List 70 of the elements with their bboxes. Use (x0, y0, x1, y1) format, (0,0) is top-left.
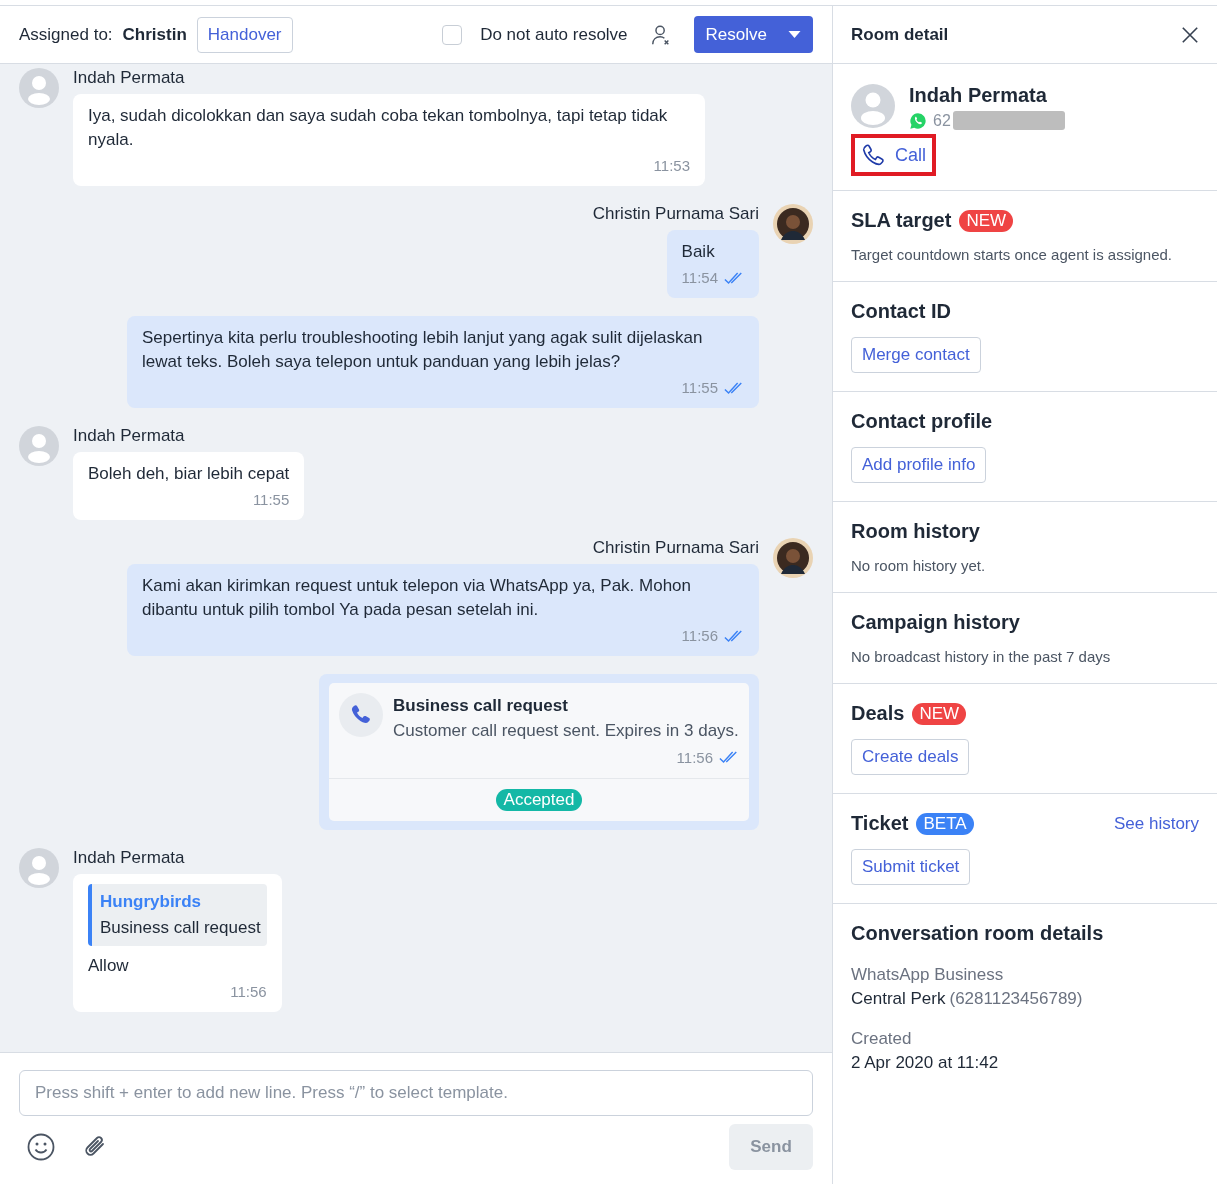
call-request-title: Business call request (393, 695, 569, 717)
message-text: Baik (681, 241, 716, 263)
whatsapp-icon (909, 111, 927, 130)
close-icon[interactable] (1181, 25, 1199, 44)
see-history-link[interactable]: See history (1113, 813, 1199, 834)
message-time: 11:54 (681, 268, 718, 288)
detail-label: Created (851, 1029, 913, 1049)
section-badge: NEW (912, 702, 967, 725)
phone-number: 62 (933, 111, 951, 130)
section-title: Contact profile (851, 410, 993, 433)
section-note: No broadcast history in the past 7 days (851, 648, 1111, 665)
section-title: Campaign history (851, 611, 1020, 634)
sender-name: Indah Permata (73, 426, 185, 446)
message-time: 11:56 (230, 982, 267, 1002)
section-title: Room history (851, 520, 980, 543)
message-time: 11:55 (681, 378, 718, 398)
caret-icon (788, 30, 801, 39)
detail-label: WhatsApp Business (851, 965, 1005, 985)
call-button[interactable]: Call (851, 134, 936, 176)
detail-number: (6281123456789) (949, 989, 1083, 1008)
avatar-icon (773, 538, 813, 578)
section-title: SLA target (851, 209, 952, 232)
message-text: Allow (88, 955, 130, 977)
resolve-button[interactable]: Resolve (693, 16, 813, 53)
quote-author: Hungrybirds (100, 891, 203, 913)
avatar-icon (773, 204, 813, 244)
section-badge: NEW (959, 209, 1014, 232)
message-text: Kami akan kirimkan request untuk telepon via WhatsApp ya, Pak. Mohon dibantu untuk pilih tombol Ya pada pesan setelah ini. (142, 575, 692, 621)
sender-name: Christin Purnama Sari (592, 204, 759, 224)
assignee-name: Christin (122, 24, 187, 45)
phone-icon (861, 143, 885, 167)
quote-text: Business call request (100, 917, 261, 939)
message-text: Boleh deh, biar lebih cepat (88, 463, 290, 485)
section-note: No room history yet. (851, 557, 986, 574)
avatar-icon (851, 84, 895, 128)
message-time: 11:56 (676, 748, 713, 768)
section-button[interactable]: Create deals (851, 739, 970, 775)
phone-icon (339, 693, 383, 737)
contact-name: Indah Permata (909, 84, 1048, 107)
section-button[interactable]: Merge contact (851, 337, 981, 373)
section-title: Conversation room details (851, 922, 1104, 945)
section-title: Ticket (851, 812, 909, 835)
call-request-text: Customer call request sent. Expires in 3 days. (393, 720, 739, 742)
message-time: 11:55 (252, 490, 290, 510)
handover-button[interactable]: Handover (196, 16, 293, 53)
detail-value: 2 Apr 2020 at 11:42 (851, 1053, 999, 1072)
avatar-icon (19, 848, 59, 888)
section-button[interactable]: Add profile info (851, 447, 987, 483)
sender-name: Christin Purnama Sari (592, 538, 759, 558)
panel-title: Room detail (851, 24, 949, 45)
message-time: 11:56 (681, 626, 718, 646)
message-input[interactable]: Press shift + enter to add new line. Press “/” to select template. (19, 1070, 813, 1116)
assigned-label: Assigned to: (19, 24, 113, 45)
avatar-icon (19, 68, 59, 108)
emoji-icon[interactable] (27, 1133, 55, 1161)
status-badge: Accepted (495, 789, 583, 811)
avatar-icon (19, 426, 59, 466)
section-button[interactable]: Submit ticket (851, 849, 971, 885)
sender-name: Indah Permata (73, 68, 185, 88)
section-title: Deals (851, 702, 905, 725)
checkbox[interactable] (442, 24, 463, 45)
message-text: Sepertinya kita perlu troubleshooting lebih lanjut yang agak sulit dijelaskan lewat teks. Boleh saya telepon untuk panduan yang lebih jelas? (142, 327, 704, 373)
message-text: Iya, sudah dicolokkan dan saya sudah coba tekan tombolnya, tapi tetap tidak nyala. (88, 105, 669, 151)
message-time: 11:53 (653, 156, 690, 176)
section-note: Target countdown starts once agent is assigned. (851, 246, 1173, 263)
section-badge: BETA (916, 812, 974, 835)
detail-value: Central Perk (851, 989, 946, 1008)
section-title: Contact ID (851, 300, 951, 323)
sender-name: Indah Permata (73, 848, 185, 868)
auto-resolve-label: Do not auto resolve (480, 24, 628, 45)
